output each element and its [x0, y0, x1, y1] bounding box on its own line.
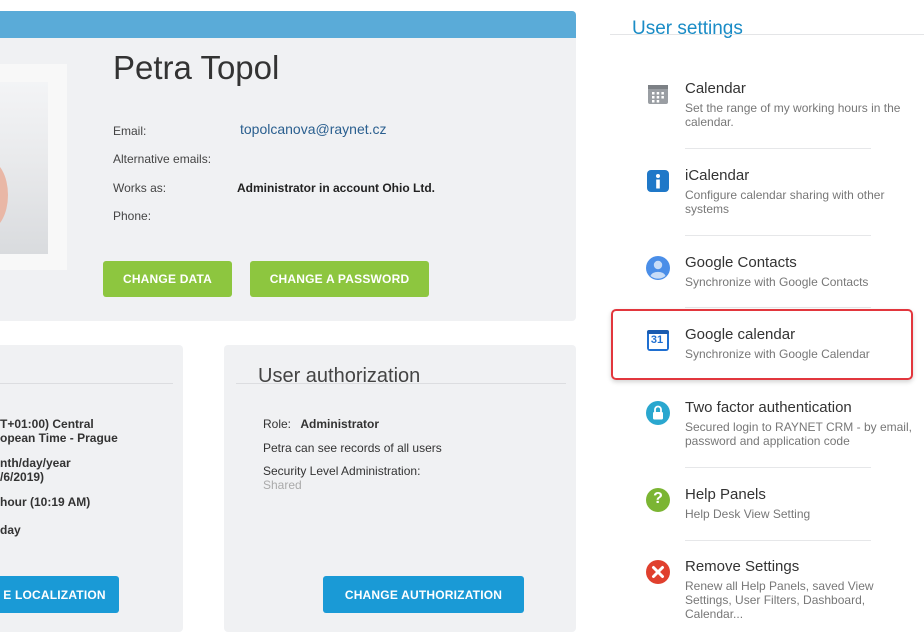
role-label: Role: — [263, 417, 292, 431]
setting-description: Help Desk View Setting — [685, 507, 811, 521]
role-value: Administrator — [300, 417, 380, 431]
setting-help-panels[interactable]: ? Help Panels Help Desk View Setting — [644, 486, 914, 526]
timezone-value-line1: T+01:00) Central — [0, 417, 94, 431]
info-icon — [646, 169, 670, 193]
localization-divider — [0, 383, 173, 384]
date-format-line1: nth/day/year — [0, 456, 71, 470]
authorization-divider — [236, 383, 566, 384]
setting-separator — [685, 467, 871, 468]
profile-photo-frame — [0, 64, 67, 270]
setting-separator — [685, 148, 871, 149]
setting-separator — [685, 235, 871, 236]
authorization-title: User authorization — [258, 365, 421, 387]
setting-title: Remove Settings — [685, 558, 800, 575]
profile-photo — [0, 82, 48, 254]
setting-title: Google Contacts — [685, 254, 797, 271]
time-format-value: hour (10:19 AM) — [0, 495, 91, 509]
authorization-card: User authorization Role: Administrator P… — [224, 345, 576, 632]
profile-card-header-bar — [0, 11, 576, 38]
help-icon: ? — [646, 488, 670, 512]
date-format-line2: /6/2019) — [0, 470, 45, 484]
setting-remove-settings[interactable]: Remove Settings Renew all Help Panels, s… — [644, 558, 914, 624]
profile-name: Petra Topol — [113, 49, 280, 86]
change-data-button[interactable]: CHANGE DATA — [103, 261, 232, 297]
security-level-value: Shared — [263, 478, 302, 492]
help-icon-text: ? — [653, 490, 663, 507]
google-calendar-icon: 31 — [646, 328, 670, 352]
setting-description: Set the range of my working hours in the… — [685, 101, 901, 129]
change-password-button[interactable]: CHANGE A PASSWORD — [250, 261, 429, 297]
setting-calendar[interactable]: Calendar Set the range of my working hou… — [644, 80, 914, 130]
change-localization-button[interactable]: E LOCALIZATION — [0, 576, 119, 613]
google-calendar-icon-text: 31 — [650, 334, 664, 346]
setting-icalendar[interactable]: iCalendar Configure calendar sharing wit… — [644, 167, 914, 217]
works-as-label: Works as: — [113, 181, 167, 195]
setting-separator — [685, 307, 871, 308]
setting-title: Help Panels — [685, 486, 766, 503]
works-as-value: Administrator in account Ohio Ltd. — [237, 181, 435, 195]
phone-label: Phone: — [113, 209, 152, 223]
user-profile-page: Petra Topol Email: topolcanova@raynet.cz… — [0, 0, 924, 643]
lock-icon — [646, 401, 670, 425]
setting-description: Configure calendar sharing with other sy… — [685, 188, 885, 216]
remove-icon — [646, 560, 670, 584]
setting-description: Synchronize with Google Contacts — [685, 275, 869, 289]
setting-google-calendar[interactable]: 31 Google calendar Synchronize with Goog… — [644, 326, 914, 366]
first-day-value: day — [0, 523, 21, 537]
email-label: Email: — [113, 124, 147, 138]
user-settings-title: User settings — [632, 18, 743, 39]
security-level-label: Security Level Administration: — [263, 464, 421, 478]
setting-description: Secured login to RAYNET CRM - by email, … — [685, 420, 912, 448]
contacts-icon — [646, 256, 670, 280]
setting-two-factor-authentication[interactable]: Two factor authentication Secured login … — [644, 399, 914, 451]
records-text: Petra can see records of all users — [263, 441, 442, 455]
setting-title: iCalendar — [685, 167, 750, 184]
setting-title: Google calendar — [685, 326, 796, 343]
timezone-value-line2: opean Time - Prague — [0, 431, 118, 445]
setting-title: Calendar — [685, 80, 746, 97]
user-settings-rule — [610, 34, 924, 35]
calendar-icon — [646, 82, 670, 106]
setting-separator — [685, 540, 871, 541]
setting-google-contacts[interactable]: Google Contacts Synchronize with Google … — [644, 254, 914, 294]
email-link[interactable]: topolcanova@raynet.cz — [240, 121, 387, 137]
alternative-emails-label: Alternative emails: — [113, 152, 212, 166]
change-authorization-button[interactable]: CHANGE AUTHORIZATION — [323, 576, 524, 613]
role-row: Role: Administrator — [263, 417, 379, 431]
setting-title: Two factor authentication — [685, 399, 852, 416]
setting-description: Renew all Help Panels, saved View Settin… — [685, 579, 874, 621]
setting-description: Synchronize with Google Calendar — [685, 347, 870, 361]
